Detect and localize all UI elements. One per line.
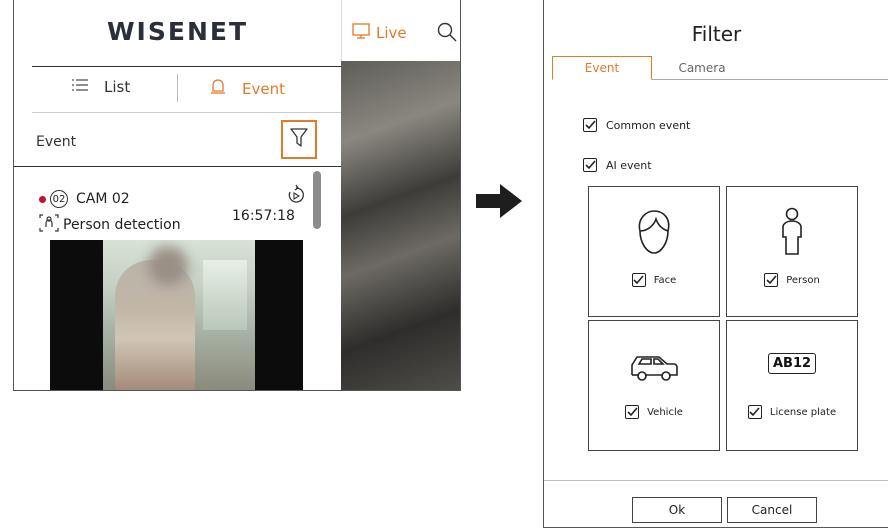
event-type-row: Person detection (39, 214, 181, 236)
thumbnail-image (103, 240, 255, 390)
checkbox-checked-icon[interactable] (583, 118, 597, 132)
tab-event[interactable]: Event (210, 78, 285, 100)
dialog-title: Filter (691, 22, 742, 46)
top-right-bar: Live (341, 0, 460, 61)
tab-camera-filter[interactable]: Camera (652, 56, 752, 80)
thumbnail-window (203, 260, 247, 330)
face-label: Face (653, 274, 677, 286)
ok-button[interactable]: Ok (632, 497, 722, 523)
tabs-divider (32, 112, 341, 113)
filter-button[interactable] (281, 120, 317, 159)
list-scrollbar[interactable] (313, 171, 321, 229)
person-label: Person (786, 274, 820, 286)
checkbox-checked-icon[interactable] (764, 273, 779, 287)
event-camera-row[interactable]: 02 CAM 02 (39, 190, 130, 208)
tab-separator (177, 74, 178, 102)
vehicle-label: Vehicle (647, 406, 683, 418)
bell-icon (210, 78, 226, 100)
vehicle-card[interactable]: Vehicle (588, 320, 720, 451)
common-event-label: Common event (606, 118, 691, 132)
arrow-right-icon (474, 182, 524, 224)
replay-icon[interactable] (287, 184, 305, 208)
tab-list[interactable]: List (72, 78, 130, 96)
section-title: Event (36, 134, 77, 150)
person-detect-icon (39, 214, 59, 236)
mobile-app-screen: WISENET List Event Event 02 CAM 02 Perso… (13, 0, 461, 391)
search-icon[interactable] (437, 22, 457, 46)
thumbnail-blurred-face (148, 246, 188, 286)
checkbox-checked-icon[interactable] (631, 273, 646, 287)
camera-number-badge: 02 (50, 190, 68, 208)
filter-dialog: Filter Event Camera Common event AI even… (543, 0, 888, 528)
ai-event-option[interactable]: AI event (583, 158, 652, 172)
view-tabs: List Event (14, 66, 341, 112)
event-thumbnail[interactable] (50, 240, 303, 390)
face-icon (589, 209, 719, 255)
monitor-icon (352, 22, 370, 44)
common-event-option[interactable]: Common event (583, 118, 690, 132)
footer-divider (544, 480, 888, 481)
tab-event-filter[interactable]: Event (552, 56, 652, 80)
face-card[interactable]: Face (588, 186, 720, 317)
cancel-button[interactable]: Cancel (727, 497, 817, 523)
person-icon (727, 207, 857, 257)
person-card[interactable]: Person (726, 186, 858, 317)
plate-text: AB12 (767, 353, 817, 374)
checkbox-checked-icon[interactable] (747, 405, 762, 419)
live-label: Live (376, 24, 407, 42)
license-plate-card[interactable]: AB12 License plate (726, 320, 858, 451)
face-option[interactable]: Face (589, 273, 719, 287)
ai-event-label: AI event (606, 158, 652, 172)
filter-icon (290, 127, 308, 152)
record-dot (39, 195, 46, 203)
list-divider (14, 166, 341, 167)
license-plate-icon: AB12 (727, 353, 857, 374)
live-camera-view[interactable] (341, 61, 460, 390)
live-button[interactable]: Live (352, 22, 407, 44)
event-type-label: Person detection (63, 217, 181, 233)
person-option[interactable]: Person (727, 273, 857, 287)
tab-event-label: Event (242, 80, 285, 98)
license-plate-label: License plate (769, 406, 837, 418)
checkbox-checked-icon[interactable] (625, 405, 640, 419)
list-icon (72, 78, 88, 96)
checkbox-checked-icon[interactable] (583, 158, 597, 172)
car-icon (589, 351, 719, 383)
event-time: 16:57:18 (232, 208, 295, 224)
tab-list-label: List (104, 78, 131, 96)
camera-name: CAM 02 (76, 191, 130, 207)
vehicle-option[interactable]: Vehicle (589, 405, 719, 419)
event-panel: WISENET List Event Event 02 CAM 02 Perso… (14, 0, 341, 390)
license-plate-option[interactable]: License plate (727, 405, 857, 419)
brand-logo: WISENET (106, 17, 248, 46)
dialog-tabs: Event Camera (552, 56, 888, 80)
